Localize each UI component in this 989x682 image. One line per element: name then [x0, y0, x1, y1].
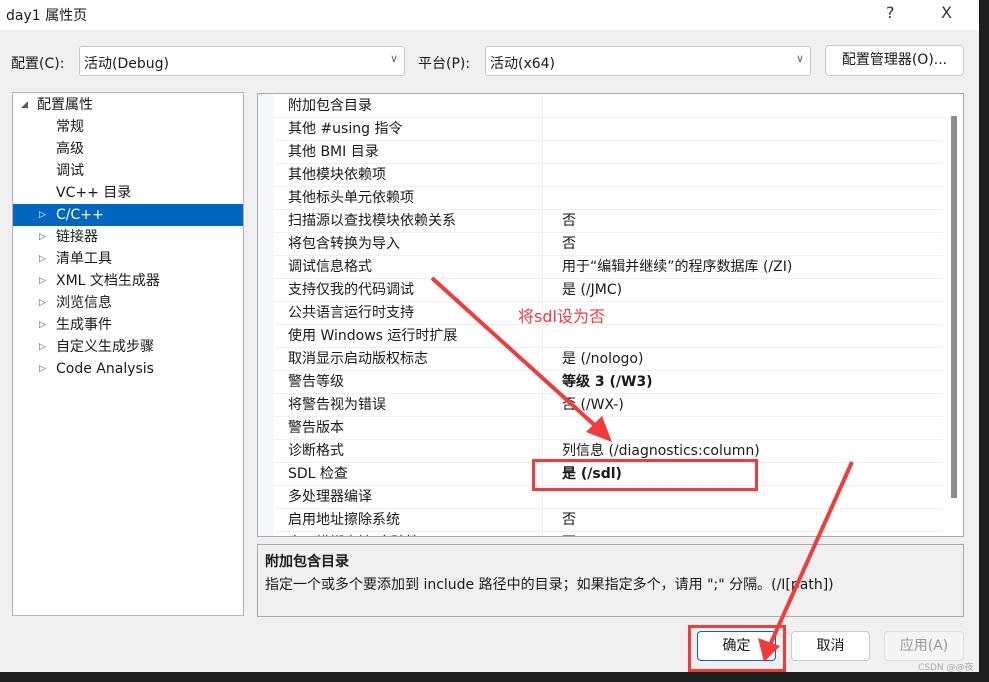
arrow-to-sdl — [430, 276, 602, 432]
annotation-arrows — [430, 276, 854, 662]
arrow-to-ok — [768, 461, 854, 646]
watermark: CSDN @@夜 — [918, 663, 974, 673]
arrow-head-icon — [758, 638, 780, 662]
